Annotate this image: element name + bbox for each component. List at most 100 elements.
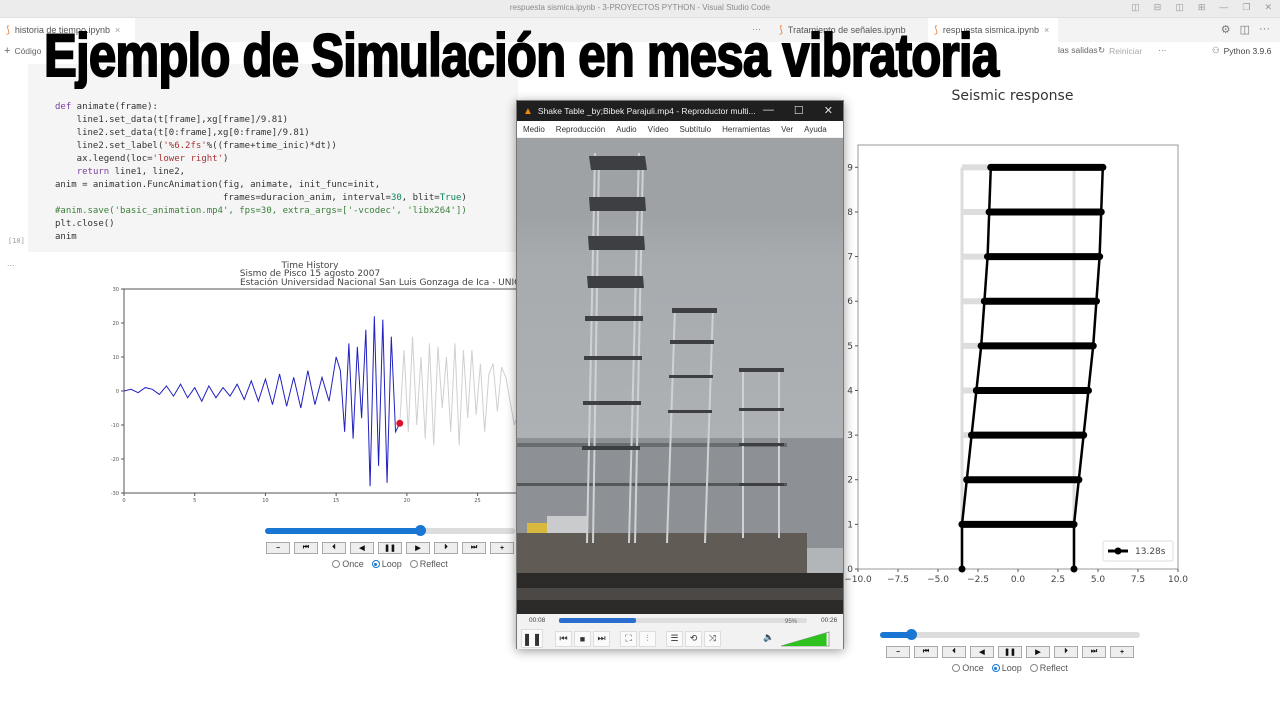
radio-loop[interactable]: Loop (991, 663, 1022, 673)
play-forward-button[interactable]: ▶ (406, 542, 430, 554)
x-tick-label: 2.5 (1051, 575, 1065, 585)
right-frame-slider[interactable] (880, 629, 1140, 640)
vlc-menu-reproducción[interactable]: Reproducción (556, 125, 605, 134)
next-frame-button[interactable]: ⏵ (434, 542, 458, 554)
previous-button[interactable]: ⏮ (555, 630, 572, 647)
radio-label: Once (962, 663, 984, 673)
slider-handle[interactable] (415, 525, 426, 536)
radio-loop[interactable]: Loop (371, 559, 402, 569)
restart-label: Reiniciar (1109, 45, 1143, 56)
first-frame-button[interactable]: ⏮ (914, 646, 938, 658)
pause-button[interactable]: ❚❚ (521, 629, 543, 648)
current-time: 00:08 (529, 617, 546, 624)
vlc-minimize-button[interactable]: — (763, 104, 774, 117)
previous-frame-button[interactable]: ⏴ (322, 542, 346, 554)
play-reverse-button[interactable]: ◀ (970, 646, 994, 658)
stop-button[interactable]: ■ (574, 630, 591, 647)
pause-button[interactable]: ❚❚ (998, 646, 1022, 658)
last-frame-button[interactable]: ⏭ (1082, 646, 1106, 658)
radio-button[interactable] (371, 560, 380, 568)
radio-reflect[interactable]: Reflect (409, 559, 448, 569)
next-button[interactable]: ⏭ (593, 630, 610, 647)
split-editor-icon[interactable]: ◫ (1240, 23, 1250, 36)
radio-reflect[interactable]: Reflect (1029, 663, 1068, 673)
previous-frame-button[interactable]: ⏴ (942, 646, 966, 658)
faster-button[interactable]: + (1110, 646, 1134, 658)
speaker-icon[interactable]: 🔈 (763, 632, 774, 643)
code-editor[interactable]: def animate(frame): line1.set_data(t[fra… (55, 101, 518, 244)
radio-button[interactable] (1029, 664, 1038, 672)
vlc-menu-audio[interactable]: Audio (616, 125, 636, 134)
radio-label: Reflect (419, 559, 448, 569)
video-frame[interactable] (517, 138, 843, 614)
playlist-button[interactable]: ☰ (666, 630, 683, 647)
x-tick-label: 25 (474, 498, 480, 504)
code-cell[interactable]: def animate(frame): line1.set_data(t[fra… (28, 64, 518, 252)
vlc-maximize-button[interactable]: ☐ (794, 104, 804, 117)
slower-button[interactable]: − (886, 646, 910, 658)
restore-button[interactable]: ❐ (1242, 2, 1250, 13)
vlc-menu-vídeo[interactable]: Vídeo (648, 125, 669, 134)
fullscreen-button[interactable]: ⛶ (620, 630, 637, 647)
left-frame-slider[interactable] (265, 525, 515, 536)
pause-button[interactable]: ❚❚ (378, 542, 402, 554)
time-history-plot: 3020100-10-20-300 5 10 15 20 25 (111, 287, 520, 504)
radio-once[interactable]: Once (952, 663, 984, 673)
node-marker (1084, 386, 1092, 394)
node-marker (1070, 565, 1078, 573)
y-tick-label: -30 (111, 491, 119, 497)
radio-button[interactable] (991, 664, 1000, 672)
play-forward-button[interactable]: ▶ (1026, 646, 1050, 658)
toggle-panel-icon[interactable]: ⊟ (1154, 2, 1162, 13)
seek-fill (559, 618, 636, 623)
slower-button[interactable]: − (266, 542, 290, 554)
y-tick-label: 6 (847, 297, 853, 307)
window-title: respuesta sismica.ipynb - 3-PROYECTOS PY… (509, 3, 771, 12)
kernel-label: Python 3.9.6 (1223, 45, 1272, 56)
toggle-secondary-sidebar-icon[interactable]: ◫ (1175, 2, 1184, 13)
playback-buttons: − ⏮ ⏴ ◀ ❚❚ ▶ ⏵ ⏭ + (886, 646, 1134, 658)
vlc-menu-medio[interactable]: Medio (523, 125, 545, 134)
y-tick-label: 20 (113, 321, 119, 327)
vlc-player-window: ▲ Shake Table _by;Bibek Parajuli.mp4 - R… (516, 100, 844, 649)
vlc-menu-subtítulo[interactable]: Subtítulo (680, 125, 712, 134)
more-toolbar-button[interactable]: ··· (1158, 45, 1167, 55)
vlc-close-button[interactable]: ✕ (824, 104, 833, 117)
kernel-picker[interactable]: ⚇ Python 3.9.6 (1212, 45, 1271, 56)
radio-button[interactable] (409, 560, 418, 568)
gear-icon[interactable]: ⚙ (1221, 23, 1231, 36)
clear-outputs-button[interactable]: las salidas (1058, 45, 1098, 55)
last-frame-button[interactable]: ⏭ (462, 542, 486, 554)
vlc-menu-ayuda[interactable]: Ayuda (804, 125, 827, 134)
toggle-sidebar-icon[interactable]: ◫ (1131, 2, 1140, 13)
shuffle-button[interactable]: ⤨ (704, 630, 721, 647)
loop-button[interactable]: ⟲ (685, 630, 702, 647)
volume-slider[interactable] (781, 631, 831, 647)
shake-table-video-image (517, 138, 843, 614)
add-code-button[interactable]: + Código (4, 45, 41, 57)
more-actions-icon[interactable]: ··· (1259, 23, 1270, 36)
radio-button[interactable] (952, 664, 961, 672)
play-reverse-button[interactable]: ◀ (350, 542, 374, 554)
faster-button[interactable]: + (490, 542, 514, 554)
close-window-button[interactable]: ✕ (1264, 2, 1272, 13)
vlc-title-bar[interactable]: ▲ Shake Table _by;Bibek Parajuli.mp4 - R… (517, 101, 843, 121)
customize-layout-icon[interactable]: ⊞ (1198, 2, 1206, 13)
restart-icon: ↻ (1098, 45, 1106, 55)
minimize-button[interactable]: — (1219, 2, 1228, 13)
node-marker (980, 297, 988, 305)
seek-bar[interactable] (559, 618, 807, 623)
radio-button[interactable] (332, 560, 341, 568)
title-bar: respuesta sismica.ipynb - 3-PROYECTOS PY… (0, 0, 1280, 18)
vlc-menu-herramientas[interactable]: Herramientas (722, 125, 770, 134)
next-frame-button[interactable]: ⏵ (1054, 646, 1078, 658)
node-marker (985, 208, 993, 216)
radio-once[interactable]: Once (332, 559, 364, 569)
slider-handle[interactable] (906, 629, 918, 640)
close-tab-icon[interactable]: × (1044, 25, 1049, 35)
extended-settings-button[interactable]: ⫶ (639, 630, 656, 647)
restart-button[interactable]: ↻ Reiniciar (1098, 45, 1142, 56)
output-ellipsis[interactable]: ... (7, 258, 15, 268)
vlc-menu-ver[interactable]: Ver (781, 125, 793, 134)
first-frame-button[interactable]: ⏮ (294, 542, 318, 554)
